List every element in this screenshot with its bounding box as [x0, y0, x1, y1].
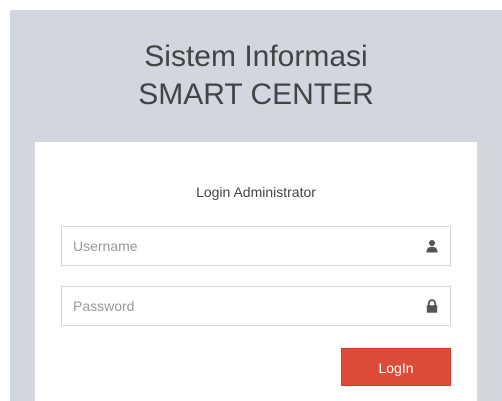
- login-page: Sistem Informasi SMART CENTER Login Admi…: [10, 10, 502, 401]
- lock-icon: [426, 299, 438, 313]
- login-box-heading: Login Administrator: [196, 184, 316, 200]
- username-field: [61, 226, 451, 266]
- user-icon: [426, 240, 438, 253]
- login-box: Login Administrator LogIn: [35, 142, 477, 401]
- page-title-line2: SMART CENTER: [138, 78, 374, 111]
- username-input[interactable]: [62, 227, 412, 265]
- login-button[interactable]: LogIn: [341, 348, 451, 386]
- password-input[interactable]: [62, 287, 412, 325]
- page-title: Sistem Informasi SMART CENTER: [10, 38, 502, 114]
- password-field: [61, 286, 451, 326]
- page-title-line1: Sistem Informasi: [144, 40, 368, 73]
